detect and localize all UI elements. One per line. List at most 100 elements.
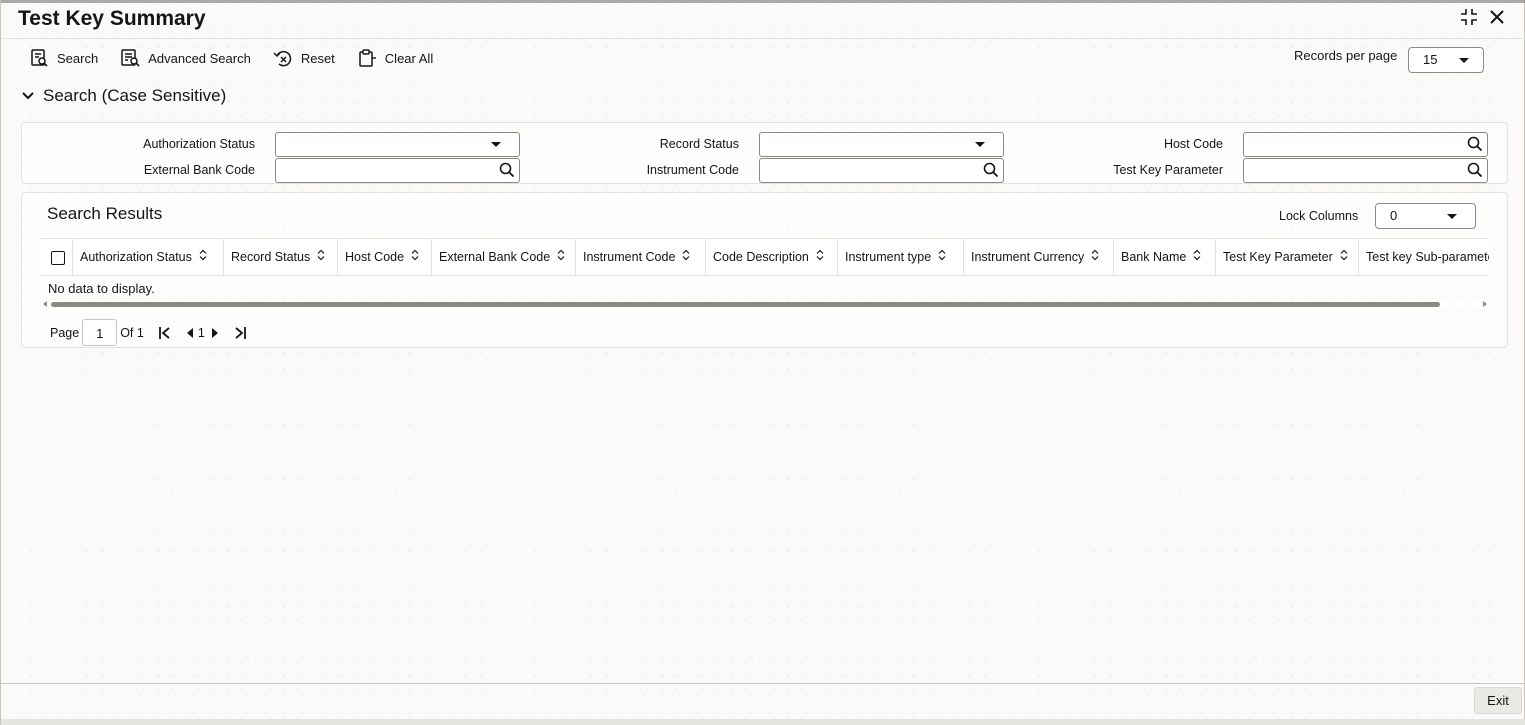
magnifier-icon[interactable] bbox=[983, 162, 999, 183]
horizontal-scrollbar[interactable] bbox=[41, 300, 1489, 310]
reset-icon bbox=[273, 48, 293, 68]
sort-icon bbox=[411, 239, 419, 275]
external-bank-code-label: External Bank Code bbox=[143, 163, 255, 177]
exit-button[interactable]: Exit bbox=[1474, 687, 1522, 714]
column-label: External Bank Code bbox=[439, 250, 551, 264]
last-page-button[interactable] bbox=[233, 323, 247, 343]
column-label: Test Key Parameter bbox=[1223, 250, 1333, 264]
column-header-external-bank-code[interactable]: External Bank Code bbox=[432, 239, 576, 275]
previous-page-button[interactable] bbox=[186, 323, 194, 343]
lock-columns-value: 0 bbox=[1390, 208, 1398, 223]
clear-all-button-label: Clear All bbox=[384, 50, 434, 66]
search-section-toggle[interactable]: Search (Case Sensitive) bbox=[21, 86, 226, 106]
search-section-title: Search (Case Sensitive) bbox=[43, 86, 227, 105]
column-header-authorization-status[interactable]: Authorization Status bbox=[73, 239, 224, 275]
sort-icon bbox=[1340, 239, 1348, 275]
host-code-input[interactable] bbox=[1243, 132, 1488, 157]
prev-page-icon bbox=[186, 327, 193, 338]
column-label: Code Description bbox=[713, 250, 809, 264]
toolbar: Search Advanced Search Reset Clear All bbox=[29, 46, 455, 70]
instrument-code-input[interactable] bbox=[759, 158, 1004, 183]
lock-columns-select[interactable]: 0 bbox=[1375, 203, 1476, 229]
host-code-label: Host Code bbox=[1163, 137, 1223, 151]
minimize-icon bbox=[1461, 9, 1477, 25]
footer-divider bbox=[1, 683, 1525, 684]
test-key-parameter-input[interactable] bbox=[1243, 158, 1488, 183]
chevron-down-icon bbox=[1459, 58, 1469, 63]
search-results-panel: Search Results Lock Columns 0 Authorizat… bbox=[21, 192, 1508, 348]
last-page-icon bbox=[235, 326, 246, 339]
magnifier-icon[interactable] bbox=[1467, 162, 1483, 183]
column-label: Authorization Status bbox=[80, 250, 192, 264]
first-page-button[interactable] bbox=[158, 323, 172, 343]
sort-icon bbox=[199, 239, 207, 275]
scroll-left-icon[interactable] bbox=[43, 301, 47, 307]
external-bank-code-input[interactable] bbox=[275, 158, 520, 183]
pagination: Page 1 Of 1 1 bbox=[50, 319, 247, 346]
column-header-host-code[interactable]: Host Code bbox=[338, 239, 432, 275]
bottom-strip bbox=[1, 719, 1525, 725]
search-button[interactable]: Search bbox=[29, 46, 98, 70]
advanced-search-button[interactable]: Advanced Search bbox=[120, 46, 251, 70]
minimize-button[interactable] bbox=[1460, 8, 1478, 26]
page-number-input[interactable]: 1 bbox=[82, 319, 118, 346]
record-status-label: Record Status bbox=[659, 137, 739, 151]
test-key-summary-window: Test Key Summary Search Advanced Search … bbox=[0, 0, 1525, 725]
scrollbar-thumb[interactable] bbox=[51, 302, 1440, 307]
authorization-status-label: Authorization Status bbox=[143, 137, 255, 151]
search-criteria-panel: Authorization Status Record Status Host … bbox=[21, 122, 1508, 184]
records-per-page-label: Records per page bbox=[1294, 48, 1398, 63]
authorization-status-select[interactable] bbox=[275, 132, 520, 157]
column-header-code-description[interactable]: Code Description bbox=[706, 239, 838, 275]
advanced-search-icon bbox=[120, 48, 140, 68]
column-header-record-status[interactable]: Record Status bbox=[224, 239, 338, 275]
sort-icon bbox=[557, 239, 565, 275]
reset-button-label: Reset bbox=[300, 50, 335, 66]
no-data-message: No data to display. bbox=[48, 281, 155, 296]
search-results-title: Search Results bbox=[47, 204, 163, 223]
column-label: Record Status bbox=[231, 250, 311, 264]
close-button[interactable] bbox=[1488, 8, 1506, 26]
column-header-bank-name[interactable]: Bank Name bbox=[1114, 239, 1216, 275]
scroll-right-icon[interactable] bbox=[1483, 301, 1487, 307]
column-label: Host Code bbox=[345, 250, 405, 264]
column-header-instrument-code[interactable]: Instrument Code bbox=[576, 239, 706, 275]
column-header-test-key-sub-parameter[interactable]: Test key Sub-parameter bbox=[1359, 239, 1489, 275]
select-all-checkbox[interactable] bbox=[51, 251, 65, 265]
chevron-down-icon bbox=[491, 142, 501, 147]
page-label: Page bbox=[50, 325, 80, 340]
results-table-header: Authorization Status Record Status Host … bbox=[41, 238, 1489, 276]
sort-icon bbox=[1193, 239, 1201, 275]
column-header-instrument-type[interactable]: Instrument type bbox=[838, 239, 964, 275]
magnifier-icon[interactable] bbox=[499, 162, 515, 183]
advanced-search-button-label: Advanced Search bbox=[148, 50, 251, 66]
search-button-label: Search bbox=[57, 50, 99, 66]
column-label: Instrument type bbox=[845, 250, 932, 264]
chevron-down-icon bbox=[1447, 214, 1457, 219]
test-key-parameter-label: Test Key Parameter bbox=[1113, 163, 1223, 177]
instrument-code-label: Instrument Code bbox=[646, 163, 739, 177]
reset-button[interactable]: Reset bbox=[273, 46, 335, 70]
close-icon bbox=[1490, 10, 1504, 24]
sort-icon bbox=[682, 239, 690, 275]
page-title: Test Key Summary bbox=[18, 7, 206, 30]
sort-icon bbox=[317, 239, 325, 275]
column-label: Instrument Code bbox=[583, 250, 676, 264]
next-page-button[interactable] bbox=[211, 323, 219, 343]
clear-all-button[interactable]: Clear All bbox=[357, 46, 433, 70]
records-per-page-select[interactable]: 15 bbox=[1408, 47, 1484, 73]
lock-columns-label: Lock Columns bbox=[1279, 209, 1359, 223]
next-page-icon bbox=[211, 327, 218, 338]
column-label: Instrument Currency bbox=[971, 250, 1085, 264]
record-status-select[interactable] bbox=[759, 132, 1004, 157]
first-page-icon bbox=[158, 326, 170, 339]
column-header-instrument-currency[interactable]: Instrument Currency bbox=[964, 239, 1114, 275]
column-label: Bank Name bbox=[1121, 250, 1187, 264]
column-header-test-key-parameter[interactable]: Test Key Parameter bbox=[1216, 239, 1359, 275]
sort-icon bbox=[816, 239, 824, 275]
chevron-down-icon bbox=[975, 142, 985, 147]
sort-icon bbox=[1091, 239, 1099, 275]
current-page-number[interactable]: 1 bbox=[198, 326, 205, 340]
magnifier-icon[interactable] bbox=[1467, 136, 1483, 157]
title-divider bbox=[1, 38, 1525, 39]
